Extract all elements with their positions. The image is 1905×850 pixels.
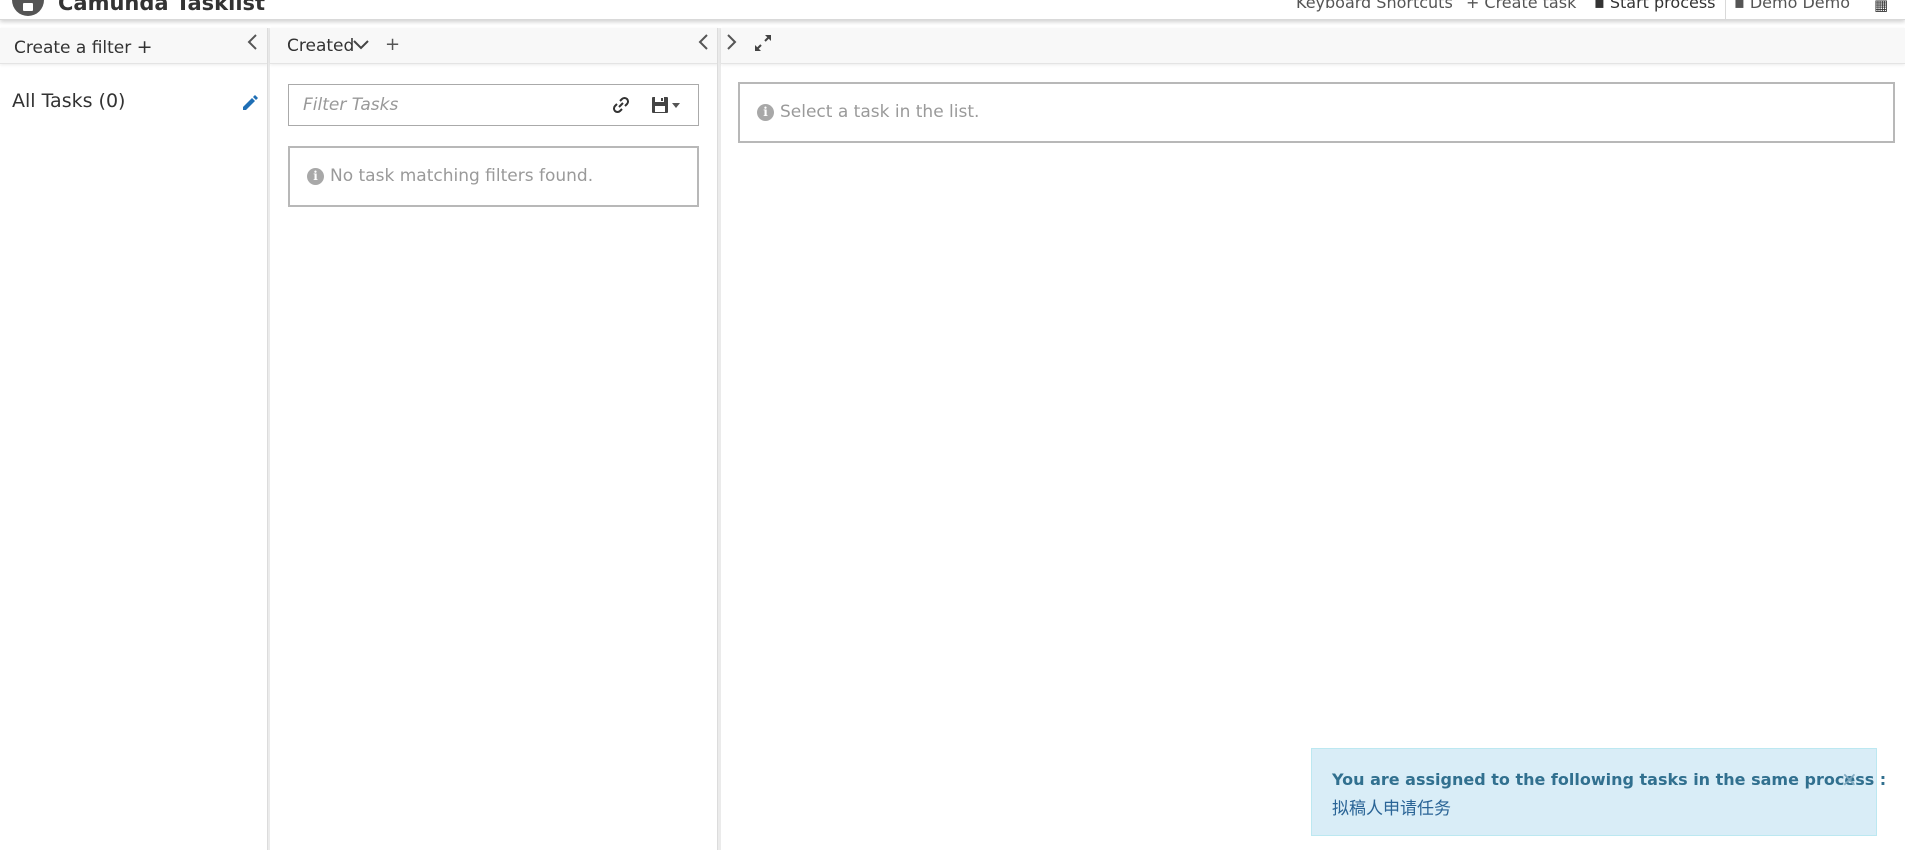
caret-down-icon[interactable] [672,103,680,108]
task-list-panel: Created + i No task matching filters fou… [270,28,719,850]
create-filter-label: Create a filter [14,38,132,58]
user-name: Demo Demo [1749,0,1851,12]
app-header: Camunda Tasklist Keyboard Shortcuts + Cre… [0,0,1905,20]
sort-direction-button[interactable] [353,34,369,58]
collapse-list-button[interactable] [697,32,709,59]
pencil-edit-icon[interactable] [240,92,260,112]
select-task-message: i Select a task in the list. [738,82,1895,143]
start-process-label: Start process [1609,0,1716,12]
task-detail-panel: i Select a task in the list. [721,28,1905,850]
expand-arrows-icon [755,35,771,51]
link-icon[interactable] [611,95,631,115]
info-icon: i [307,168,324,185]
info-icon: i [757,104,774,121]
keyboard-shortcuts-link[interactable]: Keyboard Shortcuts [1296,0,1453,12]
task-detail-header [721,28,1905,64]
filter-item-all-tasks[interactable]: All Tasks (0) [12,90,125,112]
collapse-filters-button[interactable] [246,32,258,59]
sort-by-created-button[interactable]: Created [287,36,354,56]
chevron-left-icon [247,34,257,50]
filters-header: Create a filter + [0,28,268,64]
sort-label: Created [287,36,355,56]
expand-list-button[interactable] [726,32,738,59]
create-filter-button[interactable]: Create a filter + [14,36,153,58]
create-task-link[interactable]: + Create task [1466,0,1576,12]
task-list-header: Created + [270,28,719,64]
no-tasks-message: i No task matching filters found. [288,146,699,207]
user-icon: ▪ [1734,0,1745,12]
plus-icon: + [136,36,153,58]
start-process-link[interactable]: ▪ Start process [1594,0,1716,12]
chevron-right-icon [727,34,737,50]
filters-panel: Create a filter + All Tasks (0) [0,28,268,850]
start-process-icon: ▪ [1594,0,1605,12]
camunda-logo-icon[interactable] [12,0,44,16]
no-tasks-text: No task matching filters found. [330,166,594,186]
filter-tasks-box [288,84,699,126]
chevron-down-icon [353,40,369,50]
chevron-left-icon [698,34,708,50]
notification-task-link[interactable]: 拟稿人申请任务 [1332,794,1451,819]
header-divider [1725,0,1726,19]
select-task-text: Select a task in the list. [780,102,980,122]
notification-title: You are assigned to the following tasks … [1332,770,1887,789]
create-task-label: Create task [1484,0,1577,12]
close-notification-button[interactable]: × [1841,769,1858,789]
floppy-save-icon[interactable] [651,96,669,114]
app-title[interactable]: Camunda Tasklist [58,0,265,15]
maximize-button[interactable] [754,34,772,59]
assigned-tasks-notification: You are assigned to the following tasks … [1311,748,1886,836]
user-menu[interactable]: ▪ Demo Demo [1734,0,1850,12]
plus-icon: + [385,34,401,55]
add-sorting-button[interactable]: + [385,33,400,57]
filter-tasks-input[interactable] [289,85,609,125]
apps-grid-icon[interactable]: ▦ [1874,0,1888,14]
keyboard-shortcuts-label: Keyboard Shortcuts [1296,0,1453,12]
plus-icon: + [1466,0,1480,12]
